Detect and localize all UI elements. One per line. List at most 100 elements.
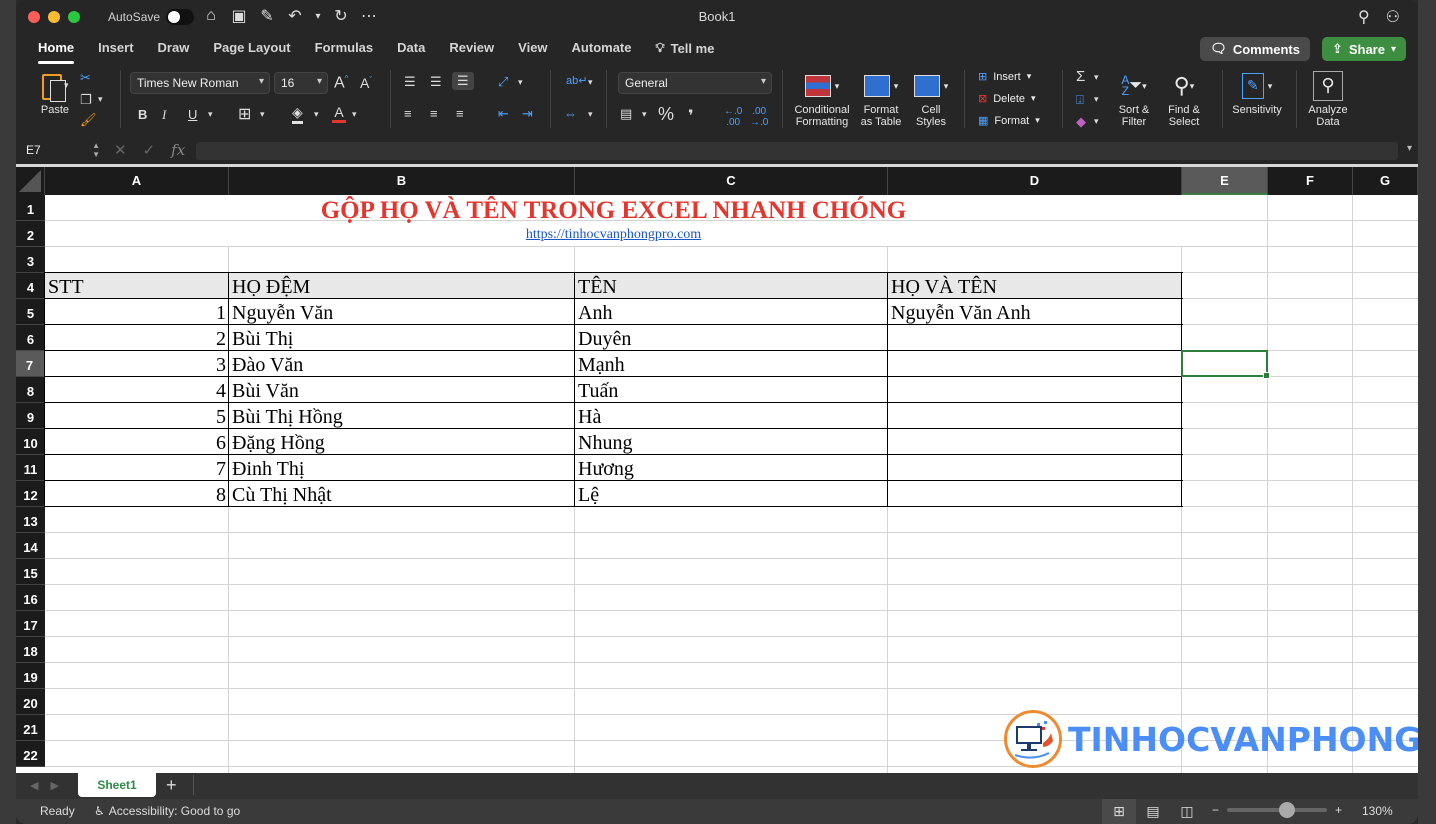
column-header-d[interactable]: D	[888, 167, 1182, 195]
cell-stt[interactable]: 8	[45, 482, 229, 508]
tab-formulas[interactable]: Formulas	[303, 38, 386, 58]
font-name-select[interactable]: Times New Roman ▾	[130, 72, 270, 94]
tab-draw[interactable]: Draw	[146, 38, 202, 58]
row-header-9[interactable]: 9	[16, 403, 45, 429]
tab-insert[interactable]: Insert	[86, 38, 145, 58]
tab-data[interactable]: Data	[385, 38, 437, 58]
header-cell-ho-va-ten[interactable]: HỌ VÀ TÊN	[888, 274, 1182, 300]
cell-ten[interactable]: Mạnh	[575, 352, 888, 378]
italic-button[interactable]: I	[162, 107, 166, 123]
cell-ten[interactable]: Lệ	[575, 482, 888, 508]
select-all-button[interactable]	[16, 167, 45, 195]
copy-dropdown-icon[interactable]: ▾	[98, 94, 103, 105]
align-middle-icon[interactable]: ☰	[430, 74, 442, 90]
cell-ho-va-ten[interactable]: Nguyễn Văn Anh	[888, 300, 1182, 326]
zoom-slider[interactable]	[1227, 802, 1328, 818]
cell-ho-dem[interactable]: Đặng Hồng	[229, 430, 575, 456]
row-header-22[interactable]: 22	[16, 741, 45, 767]
fill-color-icon[interactable]: ◈	[292, 104, 303, 124]
zoom-out-icon[interactable]: −	[1212, 803, 1219, 817]
comma-style-button[interactable]: ❜	[688, 106, 694, 126]
row-header-3[interactable]: 3	[16, 247, 45, 273]
cell-ho-dem[interactable]: Đinh Thị	[229, 456, 575, 482]
comments-button[interactable]: 🗨︎ Comments	[1200, 37, 1310, 61]
formula-input[interactable]	[196, 142, 1398, 160]
format-painter-icon[interactable]: 🖌︎	[80, 112, 97, 128]
row-header-12[interactable]: 12	[16, 481, 45, 507]
cell-ten[interactable]: Nhung	[575, 430, 888, 456]
column-header-b[interactable]: B	[229, 167, 575, 195]
cell-styles-button[interactable]: ▾ Cell Styles	[908, 68, 954, 128]
cell-stt[interactable]: 3	[45, 352, 229, 378]
row-header-14[interactable]: 14	[16, 533, 45, 559]
row-header-2[interactable]: 2	[16, 221, 45, 247]
row-header-13[interactable]: 13	[16, 507, 45, 533]
decrease-font-size-icon[interactable]: Aˇ	[360, 75, 372, 91]
cell-stt[interactable]: 6	[45, 430, 229, 456]
clear-icon[interactable]: ◆	[1076, 114, 1086, 130]
paste-button[interactable]: Paste	[30, 68, 80, 132]
sheet-link-cell[interactable]: https://tinhocvanphongpro.com	[45, 227, 1182, 243]
cell-stt[interactable]: 2	[45, 326, 229, 352]
cell-stt[interactable]: 5	[45, 404, 229, 430]
header-cell-ten[interactable]: TÊN	[575, 274, 888, 300]
normal-view-icon[interactable]: ⊞	[1102, 799, 1136, 824]
sheet-title-cell[interactable]: GỘP HỌ VÀ TÊN TRONG EXCEL NHANH CHÓNG	[45, 197, 1182, 231]
insert-function-icon[interactable]: fx	[171, 141, 185, 159]
cell-stt[interactable]: 1	[45, 300, 229, 326]
font-size-select[interactable]: 16 ▾	[274, 72, 328, 94]
conditional-formatting-button[interactable]: ▾ Conditional Formatting	[792, 68, 852, 128]
collaborate-icon[interactable]: ⚇	[1386, 7, 1400, 27]
column-header-g[interactable]: G	[1353, 167, 1418, 195]
active-cell-selection[interactable]	[1181, 350, 1270, 379]
merge-center-icon[interactable]: ⇔	[564, 106, 577, 121]
add-sheet-icon[interactable]: +	[166, 775, 177, 796]
tab-review[interactable]: Review	[437, 38, 506, 58]
accounting-format-icon[interactable]: ▤	[620, 106, 632, 122]
cell-stt[interactable]: 4	[45, 378, 229, 404]
cell-stt[interactable]: 7	[45, 456, 229, 482]
format-cells-button[interactable]: ▦ Format ▾	[978, 114, 1040, 128]
search-icon[interactable]: ⚲	[1358, 7, 1370, 27]
cell-ho-dem[interactable]: Nguyễn Văn	[229, 300, 575, 326]
number-format-select[interactable]: General ▾	[618, 72, 772, 94]
page-layout-view-icon[interactable]: ▤	[1136, 799, 1170, 824]
bold-button[interactable]: B	[138, 107, 147, 122]
cell-ten[interactable]: Hương	[575, 456, 888, 482]
cell-ho-dem[interactable]: Bùi Thị Hồng	[229, 404, 575, 430]
cell-ho-dem[interactable]: Đào Văn	[229, 352, 575, 378]
increase-decimal-icon[interactable]: ←.0.00	[724, 106, 742, 128]
font-color-dropdown-icon[interactable]: ▾	[352, 109, 357, 120]
fill-dropdown-icon[interactable]: ▾	[1094, 94, 1099, 105]
sheet-tab-sheet1[interactable]: Sheet1	[78, 773, 156, 797]
underline-button[interactable]: U	[188, 107, 197, 122]
align-center-icon[interactable]: ≡	[430, 106, 438, 121]
increase-font-size-icon[interactable]: A^	[334, 74, 348, 92]
zoom-in-icon[interactable]: +	[1335, 803, 1342, 817]
merge-dropdown-icon[interactable]: ▾	[588, 109, 593, 120]
tell-me-search[interactable]: 💡︎ Tell me	[643, 38, 726, 58]
prev-sheet-icon[interactable]: ◀	[30, 779, 38, 792]
cell-ten[interactable]: Duyên	[575, 326, 888, 352]
sensitivity-button[interactable]: ✎ ▾ Sensitivity	[1228, 68, 1286, 116]
font-color-icon[interactable]: A	[332, 104, 346, 123]
page-break-view-icon[interactable]: ◫	[1170, 799, 1204, 824]
align-right-icon[interactable]: ≡	[456, 106, 464, 121]
cell-ho-dem[interactable]: Bùi Văn	[229, 378, 575, 404]
row-header-8[interactable]: 8	[16, 377, 45, 403]
align-top-icon[interactable]: ☰	[404, 74, 416, 90]
orientation-icon[interactable]: ⤢	[498, 74, 508, 90]
zoom-slider-knob[interactable]	[1279, 802, 1296, 818]
header-cell-stt[interactable]: STT	[45, 274, 229, 300]
fill-icon[interactable]: ⍗	[1076, 92, 1084, 108]
borders-icon[interactable]: ⊞	[238, 104, 251, 124]
cancel-icon[interactable]: ✕	[114, 141, 127, 159]
row-header-6[interactable]: 6	[16, 325, 45, 351]
row-header-19[interactable]: 19	[16, 663, 45, 689]
percent-style-button[interactable]: %	[658, 104, 674, 125]
header-cell-ho-dem[interactable]: HỌ ĐỆM	[229, 274, 575, 300]
row-header-10[interactable]: 10	[16, 429, 45, 455]
increase-indent-icon[interactable]: ⇥	[522, 106, 533, 122]
cell-ho-dem[interactable]: Bùi Thị	[229, 326, 575, 352]
column-header-c[interactable]: C	[575, 167, 888, 195]
